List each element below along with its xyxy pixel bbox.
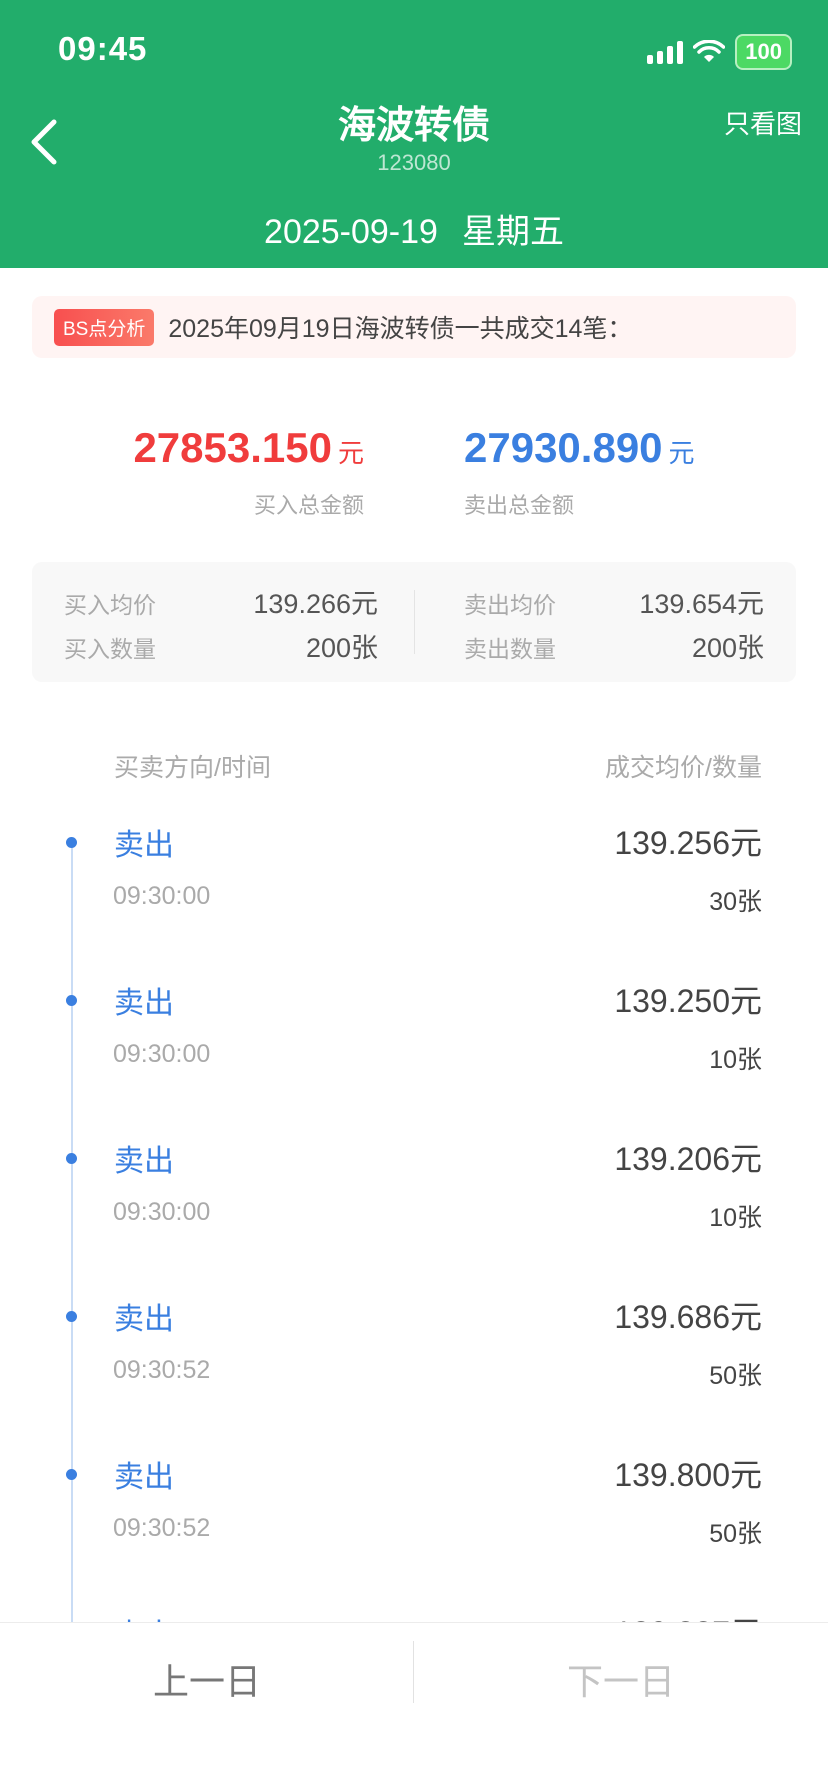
date-text: 2025-09-19 xyxy=(264,213,438,251)
trade-row: 卖出 09:30:00 139.250元 10张 xyxy=(0,958,828,1116)
trade-direction: 卖出 xyxy=(114,829,174,862)
trade-time: 09:30:00 xyxy=(113,1198,211,1226)
buy-avg-value: 139.266元 xyxy=(253,589,378,619)
trade-time: 09:30:00 xyxy=(113,882,211,910)
trade-time: 09:30:52 xyxy=(113,1514,211,1542)
timeline-dot xyxy=(66,1311,77,1322)
page-title: 海波转债 xyxy=(337,105,490,147)
sell-qty-value: 200张 xyxy=(691,633,764,663)
buy-total-amount: 27853.150 xyxy=(133,424,332,471)
trade-price: 139.256元 xyxy=(614,825,762,861)
timeline-dot xyxy=(66,837,77,848)
buy-qty-label: 买入数量 xyxy=(64,636,156,662)
trade-direction: 卖出 xyxy=(114,1303,174,1336)
prev-day-button[interactable]: 上一日 xyxy=(0,1653,414,1705)
buy-qty-value: 200张 xyxy=(305,633,378,663)
notice-text: 2025年09月19日海波转债一共成交14笔： xyxy=(168,315,633,343)
signal-icon xyxy=(647,40,684,64)
buy-total: 27853.150 元 买入总金额 xyxy=(133,424,364,520)
sell-avg-value: 139.654元 xyxy=(639,589,764,619)
status-time: 09:45 xyxy=(58,30,148,67)
bs-analysis-badge: BS点分析 xyxy=(54,308,155,346)
timeline-dot xyxy=(66,1469,77,1480)
trade-price: 139.206元 xyxy=(614,1141,762,1177)
sell-avg-label: 卖出均价 xyxy=(464,592,556,618)
trade-row: 卖出 09:30:00 139.206元 10张 xyxy=(0,1116,828,1274)
trade-direction: 卖出 xyxy=(114,1145,174,1178)
trade-qty: 10张 xyxy=(709,1204,762,1232)
trade-row: 卖出 09:30:00 139.256元 30张 xyxy=(0,800,828,958)
trade-time: 09:30:52 xyxy=(113,1356,211,1384)
sell-total-amount: 27930.890 xyxy=(464,424,663,471)
trade-qty: 50张 xyxy=(709,1362,762,1390)
battery-icon: 100 xyxy=(735,34,792,70)
bottom-nav: 上一日 下一日 xyxy=(0,1622,828,1792)
sell-qty-label: 卖出数量 xyxy=(464,636,556,662)
trade-price: 139.250元 xyxy=(614,983,762,1019)
trade-price: 139.800元 xyxy=(614,1457,762,1493)
buy-total-caption: 买入总金额 xyxy=(253,493,364,518)
list-header-left: 买卖方向/时间 xyxy=(114,754,271,782)
sell-total-caption: 卖出总金额 xyxy=(464,493,575,518)
timeline-dot xyxy=(66,1153,77,1164)
stats-divider xyxy=(414,590,415,654)
trade-time: 09:30:00 xyxy=(113,1040,211,1068)
trade-price: 139.686元 xyxy=(614,1299,762,1335)
buy-total-unit: 元 xyxy=(337,438,364,468)
next-day-button[interactable]: 下一日 xyxy=(414,1653,828,1705)
only-chart-button[interactable]: 只看图 xyxy=(724,104,802,141)
wifi-icon xyxy=(693,40,726,62)
header-bar: 09:45 100 海波转债 123080 只看图 2025-09-19 星期五 xyxy=(0,0,828,268)
trade-qty: 10张 xyxy=(709,1046,762,1074)
bs-analysis-notice: BS点分析 2025年09月19日海波转债一共成交14笔： xyxy=(32,296,796,358)
sell-total: 27930.890 元 卖出总金额 xyxy=(464,424,695,520)
bond-code: 123080 xyxy=(377,150,451,175)
stats-box: 买入均价 139.266元 买入数量 200张 卖出均价 139.654元 卖出… xyxy=(32,562,796,682)
date-line: 2025-09-19 星期五 xyxy=(0,204,828,253)
status-icons: 100 xyxy=(647,34,792,70)
sell-total-unit: 元 xyxy=(668,438,695,468)
trade-direction: 卖出 xyxy=(114,1461,174,1494)
trade-row: 卖出 09:30:52 139.686元 50张 xyxy=(0,1274,828,1432)
weekday-text: 星期五 xyxy=(461,213,564,251)
trade-row: 卖出 09:30:52 139.800元 50张 xyxy=(0,1432,828,1590)
list-header-right: 成交均价/数量 xyxy=(605,754,762,782)
buy-avg-label: 买入均价 xyxy=(64,592,156,618)
trade-qty: 50张 xyxy=(709,1520,762,1548)
timeline-dot xyxy=(66,995,77,1006)
trade-direction: 卖出 xyxy=(114,987,174,1020)
trade-qty: 30张 xyxy=(709,888,762,916)
